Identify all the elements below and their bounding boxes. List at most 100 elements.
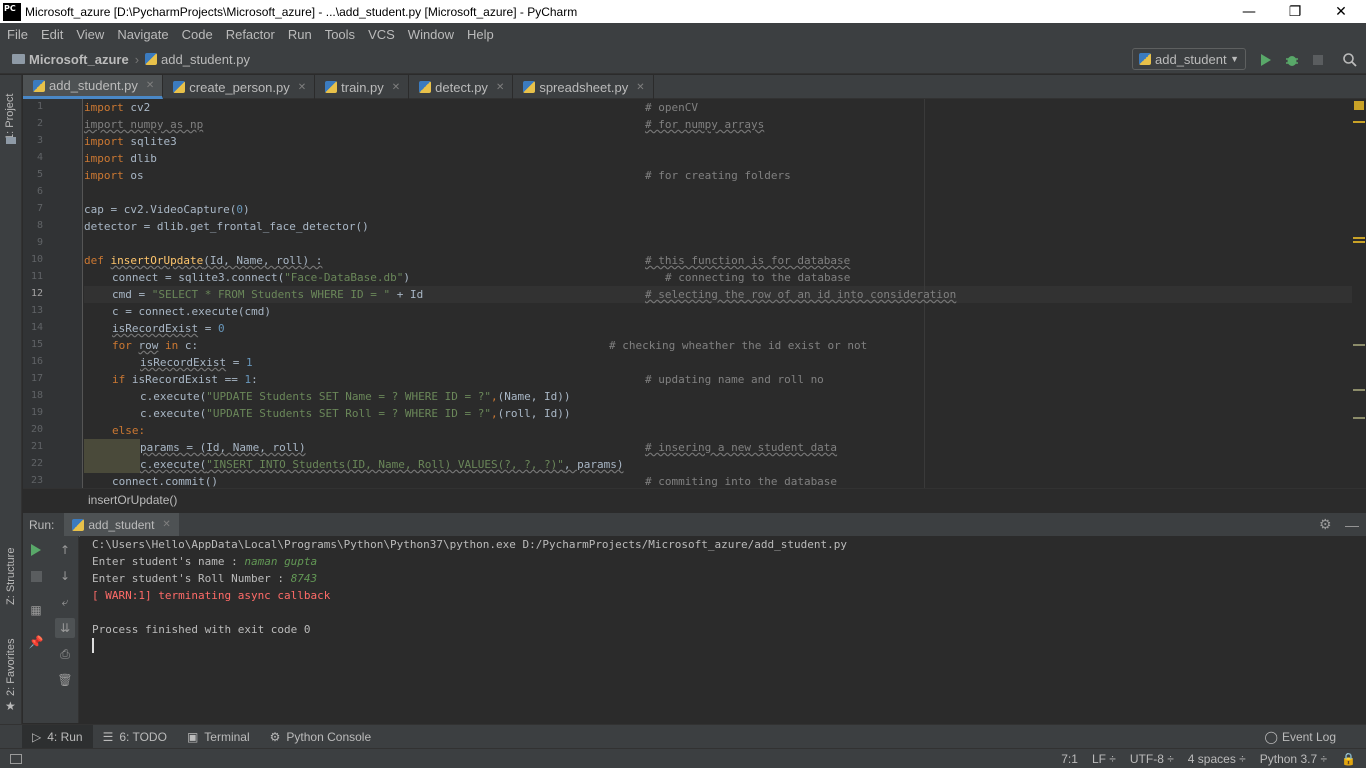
tab-todo[interactable]: ☰ 6: TODO [93, 725, 177, 749]
python-interpreter[interactable]: Python 3.7 ÷ [1260, 752, 1327, 766]
tab-create-person[interactable]: create_person.py ✕ [163, 75, 316, 99]
warning-mark[interactable] [1353, 241, 1365, 243]
print-icon[interactable]: ⎙ [57, 646, 73, 662]
tab-train[interactable]: train.py ✕ [315, 75, 410, 99]
error-stripe[interactable] [1352, 99, 1366, 488]
warning-mark[interactable] [1353, 121, 1365, 123]
rerun-button[interactable] [28, 542, 44, 558]
menu-navigate[interactable]: Navigate [110, 27, 174, 42]
code-line: import cv2 # openCV [84, 101, 698, 114]
tab-label: detect.py [435, 79, 488, 95]
tab-terminal[interactable]: ▣ Terminal [177, 725, 260, 749]
line-number: 6 [36, 186, 43, 197]
close-tab-icon[interactable]: ✕ [636, 82, 644, 93]
close-tab-icon[interactable]: ✕ [496, 82, 504, 93]
tab-run[interactable]: ▷ 4: Run [22, 724, 93, 749]
menu-window[interactable]: Window [401, 27, 460, 42]
stop-button[interactable] [1310, 52, 1326, 68]
code-area[interactable]: import cv2 # openCV import numpy as np # f… [84, 99, 1354, 488]
breadcrumb-file[interactable]: add_student.py [145, 52, 250, 67]
caret-position[interactable]: 7:1 [1061, 752, 1078, 766]
hide-panel-icon[interactable]: — [1345, 517, 1359, 533]
pin-icon[interactable]: 📌 [28, 634, 44, 650]
lock-icon[interactable]: 🔒 [1341, 752, 1356, 766]
toggle-tool-windows-icon[interactable] [10, 753, 22, 764]
line-number: 16 [30, 356, 43, 367]
close-window-button[interactable]: ✕ [1318, 0, 1364, 23]
close-tab-icon[interactable]: ✕ [392, 82, 400, 93]
close-tab-icon[interactable]: ✕ [162, 519, 170, 530]
code-line: import sqlite3 [84, 135, 177, 148]
line-number: 1 [36, 101, 43, 112]
project-tool-tab[interactable]: 1: Project [4, 94, 16, 140]
trash-icon[interactable]: 🗑 [57, 672, 73, 688]
navigation-bar: Microsoft_azure › add_student.py add_stu… [0, 45, 1366, 74]
warning-indicator-icon[interactable] [1354, 101, 1364, 110]
minimize-button[interactable]: — [1226, 0, 1272, 23]
line-number: 11 [30, 271, 43, 282]
event-log-icon: ◯ [1264, 729, 1278, 744]
scroll-down-icon[interactable]: ↓ [57, 568, 73, 584]
code-line: params = (Id, Name, roll) # insering a ne… [140, 441, 838, 454]
line-separator[interactable]: LF ÷ [1092, 752, 1116, 766]
line-number: 3 [36, 135, 43, 146]
file-encoding[interactable]: UTF-8 ÷ [1130, 752, 1174, 766]
layout-icon[interactable]: ▦ [28, 602, 44, 618]
console-command: C:\Users\Hello\AppData\Local\Programs\Py… [92, 538, 847, 551]
warning-mark[interactable] [1353, 344, 1365, 346]
tab-detect[interactable]: detect.py ✕ [409, 75, 514, 99]
line-number: 5 [36, 169, 43, 180]
code-editor[interactable]: 1 2 3 4 5 6 7 8 9 10 11 12 13 14 15 16 1… [23, 99, 1366, 488]
code-line: cmd = "SELECT * FROM Students WHERE ID =… [112, 288, 957, 301]
tab-event-log[interactable]: ◯ Event Log [1255, 725, 1346, 749]
close-tab-icon[interactable]: ✕ [298, 82, 306, 93]
restore-button[interactable]: ❐ [1272, 0, 1318, 23]
menu-refactor[interactable]: Refactor [219, 27, 281, 42]
warning-mark[interactable] [1353, 237, 1365, 239]
menu-edit[interactable]: Edit [34, 27, 69, 42]
line-number: 21 [30, 441, 43, 452]
menu-vcs[interactable]: VCS [361, 27, 401, 42]
run-button[interactable] [1258, 52, 1274, 68]
close-tab-icon[interactable]: ✕ [146, 80, 154, 91]
menu-tools[interactable]: Tools [318, 27, 361, 42]
scroll-up-icon[interactable]: ↑ [57, 542, 73, 558]
tab-spreadsheet[interactable]: spreadsheet.py ✕ [513, 75, 654, 99]
structure-tool-tab[interactable]: Z: Structure [5, 548, 17, 605]
warning-mark[interactable] [1353, 417, 1365, 419]
search-button[interactable] [1342, 52, 1358, 68]
code-line: c = connect.execute(cmd) [112, 305, 271, 318]
soft-wrap-icon[interactable]: ⤶ [57, 594, 73, 610]
menu-run[interactable]: Run [281, 27, 318, 42]
breadcrumb-project[interactable]: Microsoft_azure [0, 52, 129, 67]
menu-code[interactable]: Code [175, 27, 219, 42]
code-breadcrumb[interactable]: insertOrUpdate() [23, 488, 1366, 511]
line-number-gutter: 1 2 3 4 5 6 7 8 9 10 11 12 13 14 15 16 1… [23, 99, 83, 488]
line-number: 18 [30, 390, 43, 401]
line-number: 2 [36, 118, 43, 129]
run-configuration-dropdown[interactable]: add_student ▼ [1132, 48, 1246, 70]
stop-button[interactable] [28, 568, 44, 584]
indent-setting[interactable]: 4 spaces ÷ [1188, 752, 1246, 766]
run-panel-label: Run: [29, 517, 55, 532]
menu-view[interactable]: View [69, 27, 110, 42]
python-file-icon [173, 81, 186, 93]
gear-icon[interactable]: ⚙ [1319, 516, 1332, 533]
run-console[interactable]: C:\Users\Hello\AppData\Local\Programs\Py… [80, 536, 1366, 723]
tab-add-student[interactable]: add_student.py ✕ [23, 75, 164, 99]
menu-help[interactable]: Help [460, 27, 500, 42]
python-file-icon [33, 79, 45, 92]
text-cursor [92, 638, 94, 653]
play-outline-icon: ▷ [32, 729, 42, 744]
run-tab-add-student[interactable]: add_student ✕ [64, 512, 179, 537]
tab-python-console[interactable]: ⚙ Python Console [260, 725, 382, 749]
python-file-icon [523, 81, 536, 93]
window-title: Microsoft_azure [D:\PycharmProjects\Micr… [25, 4, 578, 19]
scroll-to-end-icon[interactable]: ⇊ [55, 618, 75, 638]
warning-mark[interactable] [1353, 389, 1365, 391]
debug-button[interactable] [1284, 52, 1300, 68]
run-config-label: add_student [1155, 51, 1227, 67]
favorites-tool-tab[interactable]: 2: Favorites [5, 639, 17, 696]
tab-label: add_student.py [49, 78, 138, 93]
menu-file[interactable]: File [0, 27, 34, 42]
